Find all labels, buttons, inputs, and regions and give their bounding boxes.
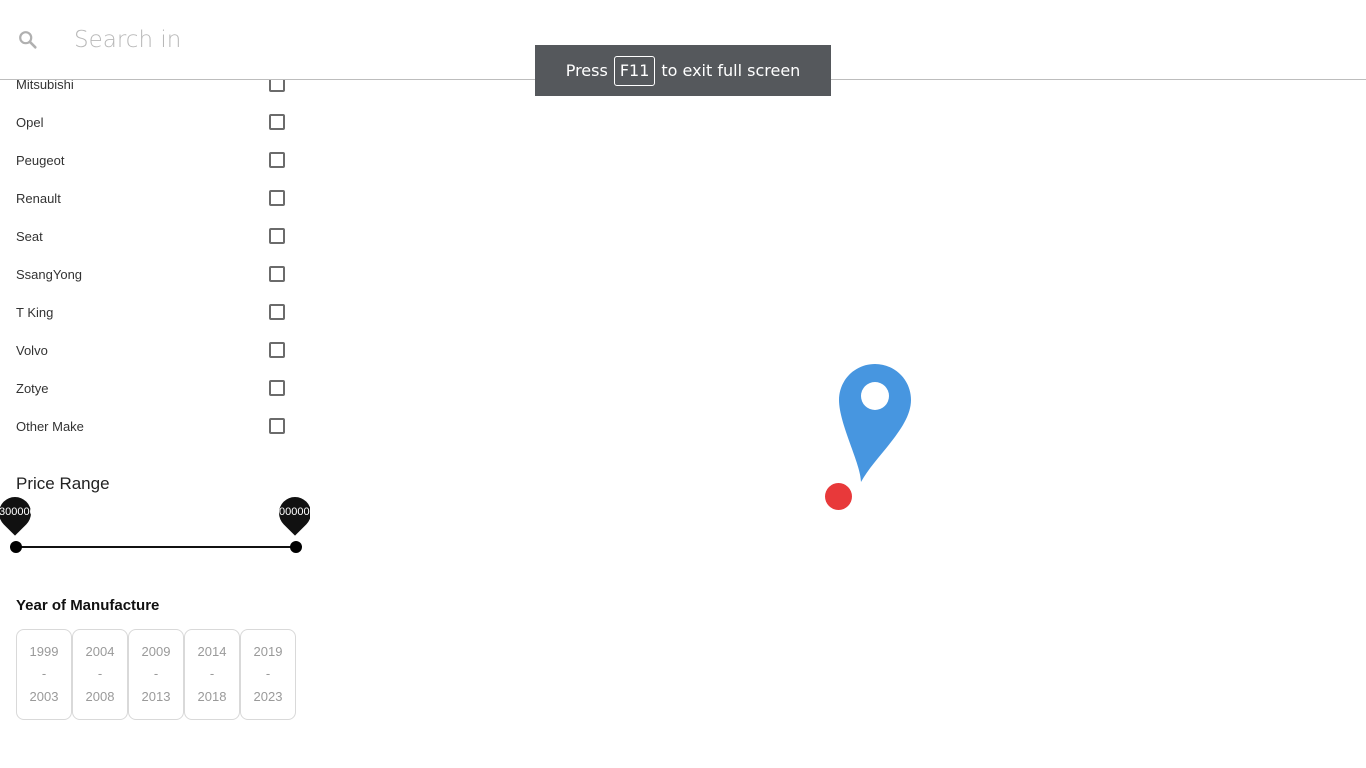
make-label: Other Make (16, 419, 84, 434)
year-to: 2023 (253, 688, 283, 704)
make-checkbox[interactable] (269, 152, 285, 168)
make-row[interactable]: Peugeot (0, 142, 310, 180)
price-range-slider[interactable]: 300000 000000 (0, 490, 310, 558)
make-label: Volvo (16, 343, 48, 358)
make-checkbox[interactable] (269, 228, 285, 244)
make-label: Peugeot (16, 153, 65, 168)
make-label: SsangYong (16, 267, 83, 282)
make-label: Seat (16, 229, 43, 244)
make-row[interactable]: Zotye (0, 370, 310, 408)
year-separator: - (265, 666, 271, 682)
year-range-button[interactable]: 2014 - 2018 (184, 629, 240, 720)
slider-max-handle[interactable] (290, 541, 302, 553)
year-to: 2003 (29, 688, 59, 704)
make-checkbox[interactable] (269, 266, 285, 282)
make-checkbox[interactable] (269, 114, 285, 130)
make-row[interactable]: Seat (0, 218, 310, 256)
year-from: 1999 (29, 643, 59, 659)
fullscreen-toast: Press F11 to exit full screen (535, 45, 831, 96)
year-separator: - (153, 666, 159, 682)
map-area[interactable] (310, 80, 1366, 768)
year-range-button[interactable]: 2019 - 2023 (240, 629, 296, 720)
year-range-buttons: 1999 - 2003 2004 - 2008 2009 - 2013 2014… (16, 629, 296, 720)
make-label: Renault (16, 191, 61, 206)
year-from: 2014 (197, 643, 227, 659)
year-of-manufacture-title: Year of Manufacture (16, 597, 160, 614)
year-from: 2004 (85, 643, 115, 659)
toast-text-before: Press (565, 61, 608, 80)
slider-min-handle[interactable] (10, 541, 22, 553)
location-pin-icon[interactable] (839, 364, 911, 482)
year-to: 2008 (85, 688, 115, 704)
search-icon[interactable] (17, 29, 39, 51)
make-checkbox[interactable] (269, 418, 285, 434)
make-row[interactable]: Other Make (0, 408, 310, 446)
slider-track[interactable] (16, 546, 296, 548)
slider-max-value-bubble: 000000 (272, 490, 310, 538)
slider-max-value: 000000 (279, 506, 310, 518)
year-separator: - (209, 666, 215, 682)
year-from: 2009 (141, 643, 171, 659)
make-row[interactable]: SsangYong (0, 256, 310, 294)
make-label: Opel (16, 115, 44, 130)
make-checkbox[interactable] (269, 380, 285, 396)
filter-sidebar: Mitsubishi Opel Peugeot Renault Seat Ssa… (0, 80, 310, 768)
year-to: 2013 (141, 688, 171, 704)
slider-min-value: 300000 (0, 506, 31, 518)
make-label: Mitsubishi (16, 80, 74, 92)
make-row[interactable]: Renault (0, 180, 310, 218)
make-row[interactable]: T King (0, 294, 310, 332)
make-row[interactable]: Opel (0, 104, 310, 142)
year-range-button[interactable]: 1999 - 2003 (16, 629, 72, 720)
make-label: T King (16, 305, 54, 320)
make-row[interactable]: Volvo (0, 332, 310, 370)
year-separator: - (97, 666, 103, 682)
year-to: 2018 (197, 688, 227, 704)
make-checkbox[interactable] (269, 190, 285, 206)
make-row[interactable]: Mitsubishi (0, 80, 310, 104)
current-location-dot (825, 483, 852, 510)
toast-key: F11 (613, 55, 656, 86)
year-separator: - (41, 666, 47, 682)
make-checkbox[interactable] (269, 304, 285, 320)
make-label: Zotye (16, 381, 49, 396)
year-range-button[interactable]: 2004 - 2008 (72, 629, 128, 720)
year-from: 2019 (253, 643, 283, 659)
price-range-title: Price Range (16, 474, 110, 493)
slider-min-value-bubble: 300000 (0, 490, 38, 538)
year-range-button[interactable]: 2009 - 2013 (128, 629, 184, 720)
make-checkbox[interactable] (269, 80, 285, 92)
make-checkbox[interactable] (269, 342, 285, 358)
toast-text-after: to exit full screen (661, 61, 801, 80)
make-list: Mitsubishi Opel Peugeot Renault Seat Ssa… (0, 80, 310, 446)
